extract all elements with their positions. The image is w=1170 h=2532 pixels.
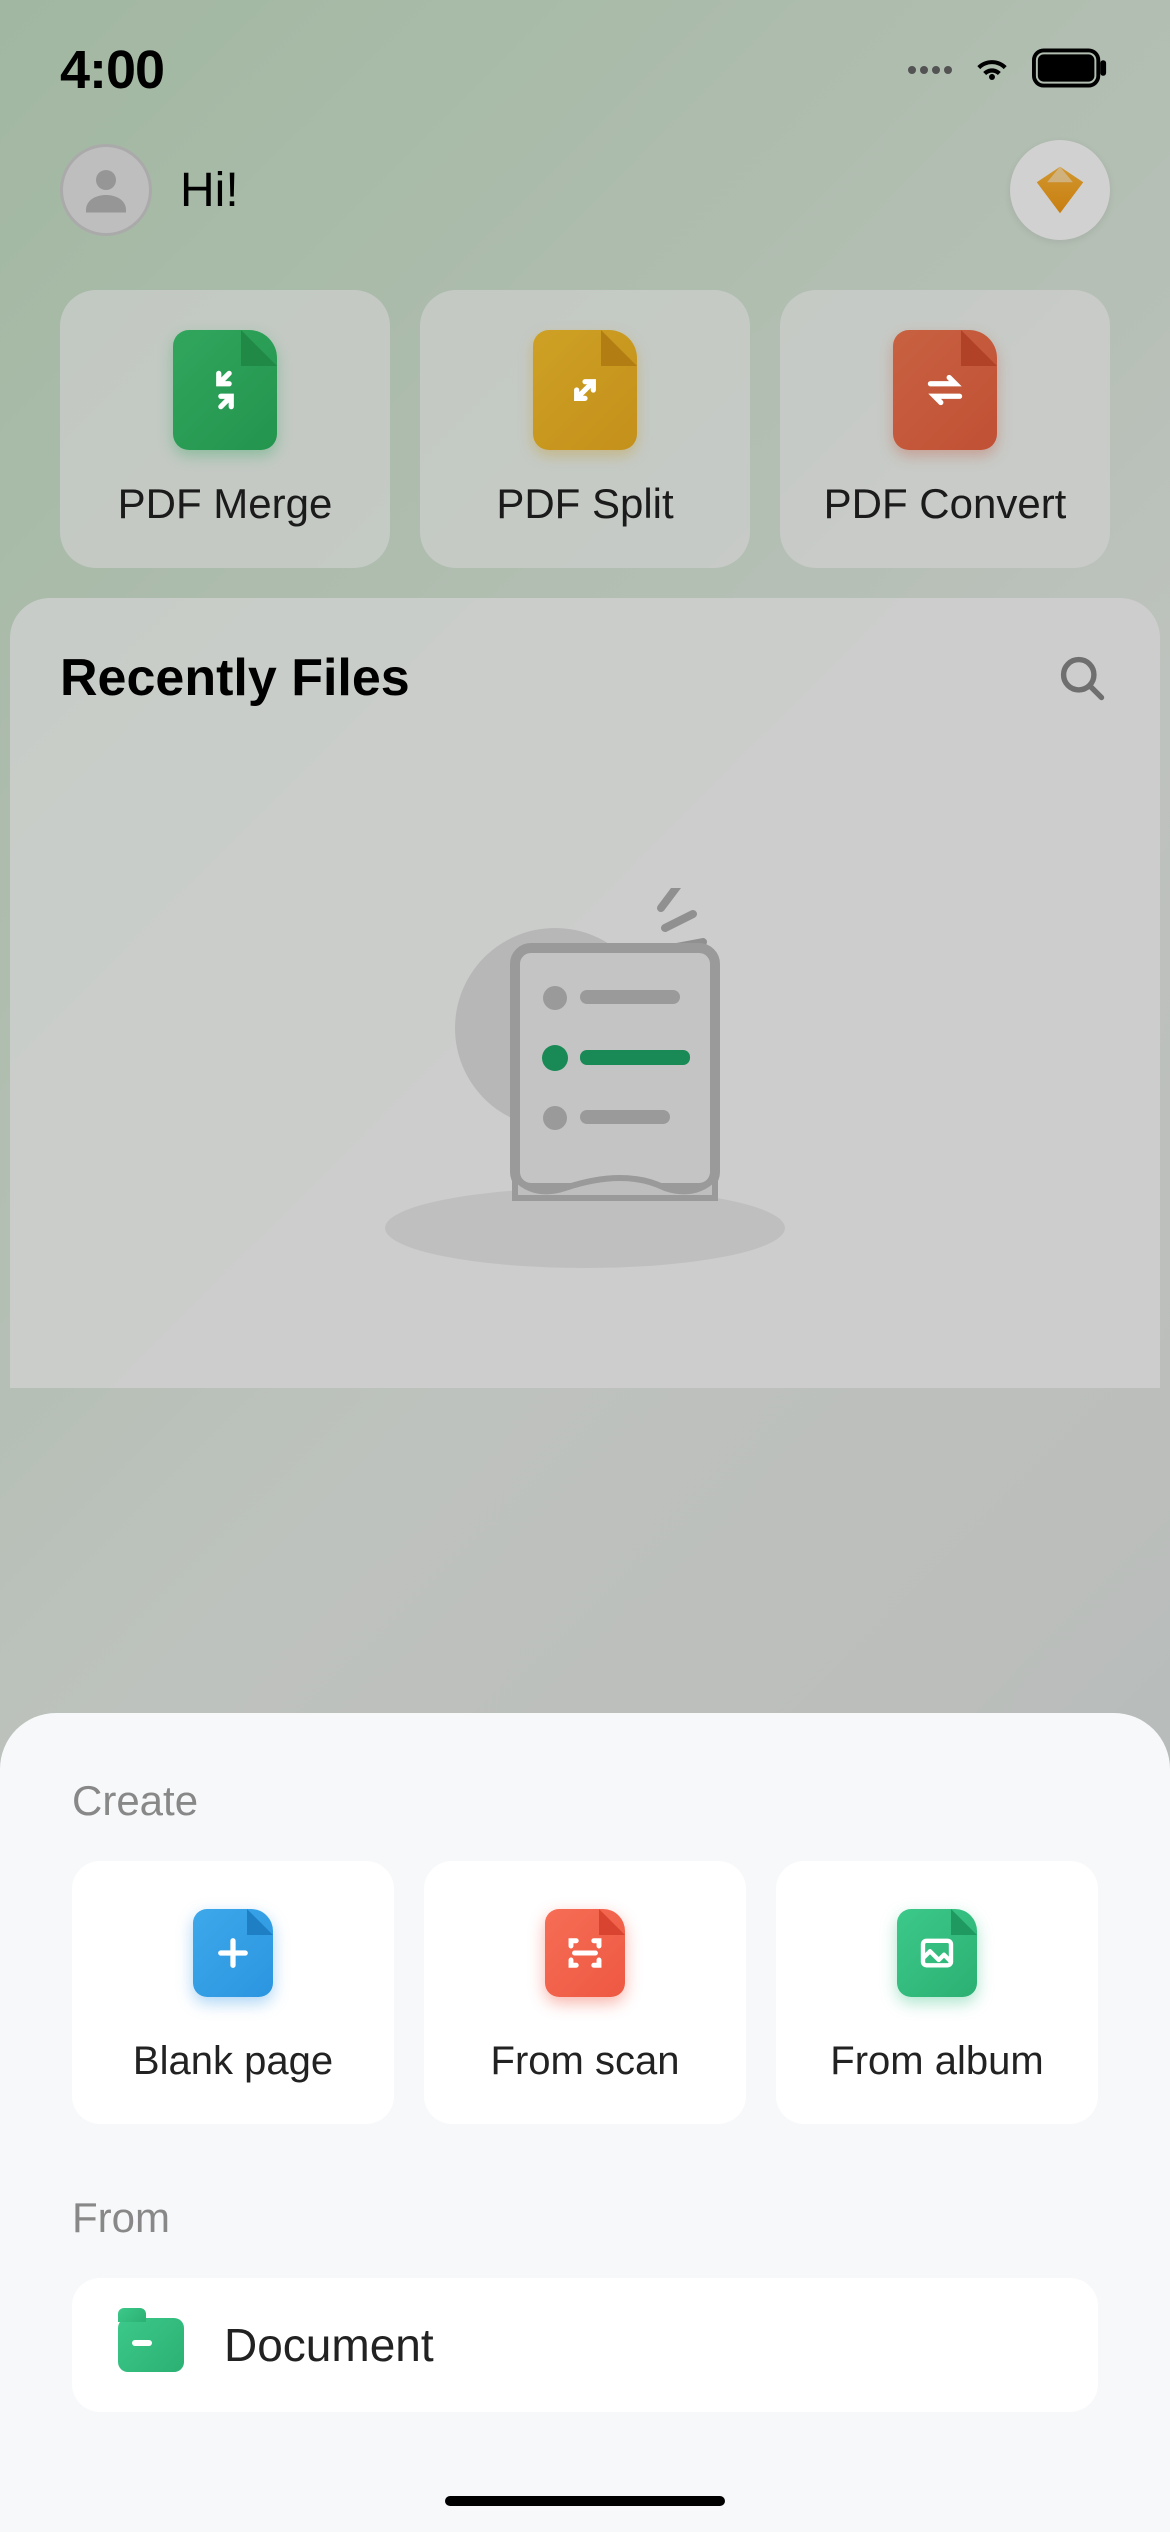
create-option-blank-page[interactable]: Blank page — [72, 1861, 394, 2124]
create-section-title: Create — [72, 1777, 1098, 1825]
bottom-sheet: Create Blank page From scan From album F… — [0, 1713, 1170, 2532]
create-label: From scan — [491, 2039, 680, 2084]
create-label: Blank page — [133, 2039, 333, 2084]
from-section-title: From — [72, 2194, 1098, 2242]
create-option-from-scan[interactable]: From scan — [424, 1861, 746, 2124]
plus-icon — [193, 1909, 273, 1997]
create-row: Blank page From scan From album — [72, 1861, 1098, 2124]
create-option-from-album[interactable]: From album — [776, 1861, 1098, 2124]
scan-icon — [545, 1909, 625, 1997]
from-option-document[interactable]: Document — [72, 2278, 1098, 2412]
image-icon — [897, 1909, 977, 1997]
home-indicator[interactable] — [445, 2496, 725, 2506]
from-label: Document — [224, 2318, 434, 2372]
folder-icon — [118, 2318, 184, 2372]
create-label: From album — [830, 2039, 1043, 2084]
